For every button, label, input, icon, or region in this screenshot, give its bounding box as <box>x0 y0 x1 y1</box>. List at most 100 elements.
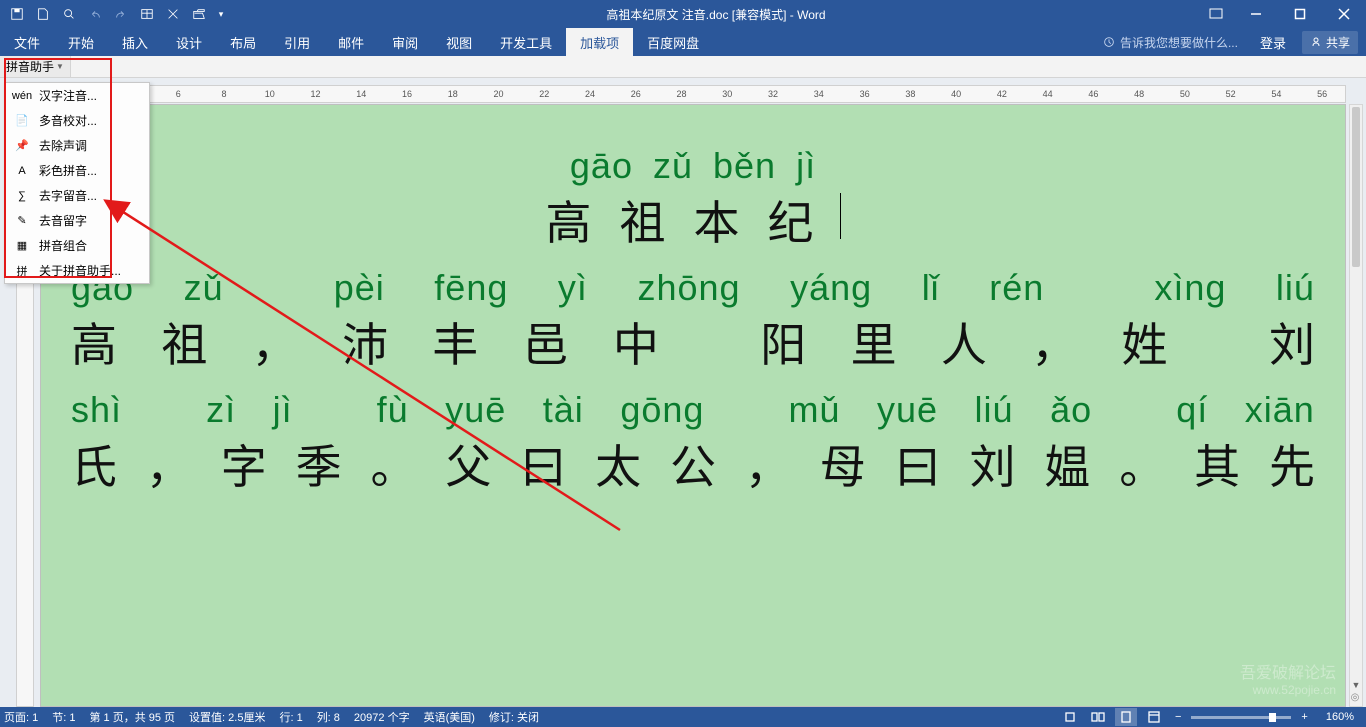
hanzi: 曰 <box>520 431 566 497</box>
ribbon-tab-8[interactable]: 视图 <box>432 28 486 56</box>
dropdown-item-5[interactable]: ✎去音留字 <box>5 208 149 233</box>
hanzi: 里 <box>851 309 897 375</box>
share-button[interactable]: 共享 <box>1302 31 1358 54</box>
horizontal-ruler[interactable]: 2468101214161820222426283032343638404244… <box>40 85 1346 103</box>
dropdown-item-6[interactable]: ▦拼音组合 <box>5 233 149 258</box>
document-page[interactable]: gāozǔběnjì高祖本纪gāozǔ pèifēngyìzhōngyánglǐ… <box>40 104 1346 707</box>
pinyin: zì <box>206 389 236 431</box>
hanzi: 人 <box>941 309 987 375</box>
pinyin: yì <box>558 267 588 309</box>
dropdown-item-3[interactable]: A彩色拼音... <box>5 158 149 183</box>
hanzi: 姓 <box>1122 309 1168 375</box>
pinyin: zǔ <box>653 145 693 187</box>
ribbon-tab-1[interactable]: 开始 <box>54 28 108 56</box>
hanzi: 本 <box>694 187 740 253</box>
hanzi: 先 <box>1269 431 1315 497</box>
hanzi: ， <box>252 309 298 375</box>
pinyin <box>1129 389 1140 431</box>
dropdown-item-label: 彩色拼音... <box>39 162 97 179</box>
object-select-icon[interactable]: ◎ <box>1348 692 1362 706</box>
status-revise[interactable]: 修订: 关闭 <box>489 709 539 725</box>
qat-open[interactable] <box>188 3 210 25</box>
maximize-button[interactable] <box>1278 0 1322 28</box>
macro-record-icon[interactable] <box>1059 708 1081 726</box>
scroll-down-arrow[interactable]: ▼ <box>1350 678 1362 692</box>
pinyin: yáng <box>790 267 872 309</box>
dropdown-item-label: 多音校对... <box>39 112 97 129</box>
ribbon-tab-6[interactable]: 邮件 <box>324 28 378 56</box>
minimize-button[interactable] <box>1234 0 1278 28</box>
status-page[interactable]: 页面: 1 <box>4 709 38 725</box>
hanzi: 沛 <box>342 309 388 375</box>
hanzi: 高 <box>71 309 117 375</box>
pinyin <box>159 389 170 431</box>
qat-touch-mode[interactable] <box>162 3 184 25</box>
tell-me-search[interactable]: 告诉我您想要做什么... <box>1092 34 1248 51</box>
ribbon-tab-9[interactable]: 开发工具 <box>486 28 566 56</box>
dropdown-item-2[interactable]: 📌 去除声调 <box>5 133 149 158</box>
qat-redo[interactable] <box>110 3 132 25</box>
dropdown-item-label: 去除声调 <box>39 137 87 154</box>
dropdown-item-4[interactable]: ∑去字留音... <box>5 183 149 208</box>
ribbon-tab-3[interactable]: 设计 <box>162 28 216 56</box>
pinyin: rén <box>989 267 1044 309</box>
status-section[interactable]: 节: 1 <box>52 709 75 725</box>
ribbon-tab-2[interactable]: 插入 <box>108 28 162 56</box>
ribbon-tab-10[interactable]: 加载项 <box>566 28 633 56</box>
hanzi: 纪 <box>768 187 814 253</box>
pinyin <box>329 389 340 431</box>
status-col[interactable]: 列: 8 <box>317 709 340 725</box>
hanzi: 母 <box>820 431 866 497</box>
ribbon-tab-4[interactable]: 布局 <box>216 28 270 56</box>
pinyin: qí <box>1176 389 1208 431</box>
hanzi: 。 <box>1119 431 1165 497</box>
hanzi: 氏 <box>71 431 117 497</box>
qat-undo[interactable] <box>84 3 106 25</box>
pinyin-helper-dropdown: wén汉字注音...📄多音校对... 📌 去除声调 A彩色拼音...∑去字留音...✎… <box>4 82 150 284</box>
qat-new[interactable] <box>32 3 54 25</box>
text-cursor <box>840 193 841 239</box>
hanzi <box>703 309 716 375</box>
status-pages[interactable]: 第 1 页，共 95 页 <box>89 709 175 725</box>
login-link[interactable]: 登录 <box>1248 33 1298 52</box>
qat-table[interactable] <box>136 3 158 25</box>
pinyin: pèi <box>334 267 385 309</box>
pinyin <box>1094 267 1105 309</box>
pinyin: shì <box>71 389 122 431</box>
hanzi: 阳 <box>760 309 806 375</box>
ribbon-display-options[interactable] <box>1198 6 1234 22</box>
view-print-layout[interactable] <box>1115 708 1137 726</box>
vertical-scrollbar[interactable]: ▲ ▼ ◎ <box>1349 104 1363 707</box>
status-lang[interactable]: 英语(美国) <box>424 709 475 725</box>
ribbon-tab-7[interactable]: 审阅 <box>378 28 432 56</box>
scroll-thumb[interactable] <box>1352 107 1360 267</box>
view-web-layout[interactable] <box>1143 708 1165 726</box>
ribbon-tab-0[interactable]: 文件 <box>0 28 54 56</box>
dropdown-item-1[interactable]: 📄多音校对... <box>5 108 149 133</box>
zoom-slider[interactable] <box>1191 716 1291 719</box>
pinyin-helper-group[interactable]: 拼音助手 ▼ <box>0 56 71 77</box>
zoom-level[interactable]: 160% <box>1318 711 1362 723</box>
pinyin: gāo <box>570 145 633 187</box>
ribbon-tab-11[interactable]: 百度网盘 <box>633 28 713 56</box>
status-words[interactable]: 20972 个字 <box>354 709 410 725</box>
status-line[interactable]: 行: 1 <box>279 709 302 725</box>
status-setting[interactable]: 设置值: 2.5厘米 <box>189 709 265 725</box>
dropdown-item-0[interactable]: wén汉字注音... <box>5 83 149 108</box>
dropdown-item-7[interactable]: 拼关于拼音助手... <box>5 258 149 283</box>
hanzi <box>1212 309 1225 375</box>
pinyin: xiān <box>1245 389 1315 431</box>
qat-customize[interactable]: ▾ <box>214 3 228 25</box>
dropdown-item-icon: 📌 <box>13 138 31 154</box>
qat-save[interactable] <box>6 3 28 25</box>
close-button[interactable] <box>1322 0 1366 28</box>
hanzi: 中 <box>613 309 659 375</box>
ribbon-tab-5[interactable]: 引用 <box>270 28 324 56</box>
view-read-mode[interactable] <box>1087 708 1109 726</box>
pinyin: tài <box>543 389 584 431</box>
hanzi: 祖 <box>620 187 666 253</box>
qat-print-preview[interactable] <box>58 3 80 25</box>
hanzi: 曰 <box>895 431 941 497</box>
hanzi: 刘 <box>1269 309 1315 375</box>
pinyin: jì <box>273 389 293 431</box>
